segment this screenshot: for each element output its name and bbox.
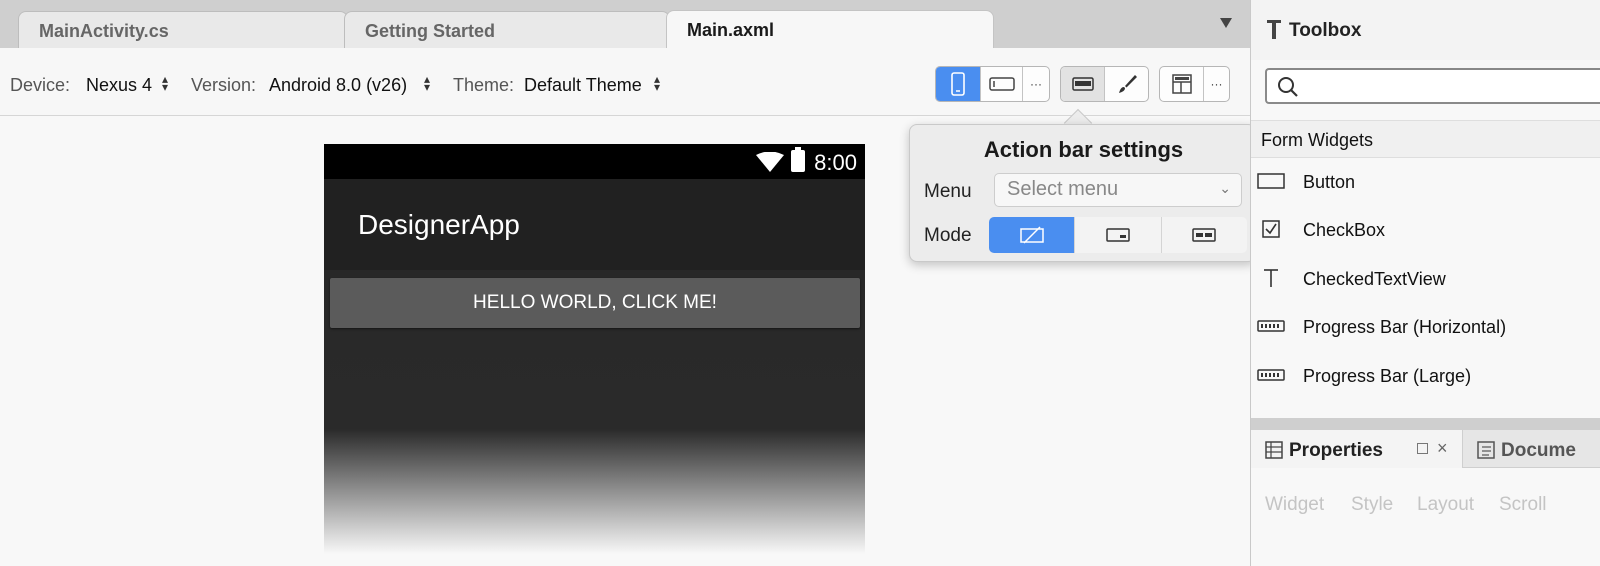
version-label: Version: <box>191 75 257 95</box>
document-tab-bar: MainActivity.cs Getting Started Main.axm… <box>0 0 1250 49</box>
properties-tab-widget[interactable]: Widget <box>1265 494 1324 516</box>
tabs-mode-icon <box>1192 228 1217 242</box>
battery-icon <box>791 147 805 172</box>
landscape-phone-icon <box>988 77 1015 91</box>
portrait-button[interactable] <box>936 67 981 101</box>
toolbox-search-input[interactable] <box>1265 68 1600 104</box>
toolbox-item-button[interactable]: Button <box>1251 158 1600 206</box>
chevron-updown-icon[interactable]: ▴ ▾ <box>654 73 660 93</box>
progress-bar-icon <box>1257 315 1285 337</box>
toolbox-title: Toolbox <box>1289 20 1362 41</box>
toolbox-item-progress-large[interactable]: Progress Bar (Large) <box>1251 352 1600 400</box>
app-title: DesignerApp <box>358 209 520 240</box>
status-time: 8:00 <box>814 150 857 175</box>
mode-segmented-control <box>989 217 1247 253</box>
layout-group: ··· <box>1159 66 1230 102</box>
properties-icon <box>1265 441 1283 459</box>
chevron-updown-icon[interactable]: ▴ ▾ <box>424 73 430 93</box>
toolbox-item-checkedtextview[interactable]: CheckedTextView <box>1251 255 1600 303</box>
menu-select[interactable]: Select menu ⌄ <box>994 173 1242 207</box>
toolbox-item-label: CheckBox <box>1303 220 1386 240</box>
action-bar-group <box>1060 66 1149 102</box>
more-icon: ··· <box>1210 77 1223 91</box>
properties-tab-layout[interactable]: Layout <box>1417 494 1474 516</box>
tab-main-axml[interactable]: Main.axml × <box>666 10 994 49</box>
properties-panel: Widget Style Layout Scroll <box>1251 468 1600 566</box>
tab-getting-started[interactable]: Getting Started <box>344 11 670 48</box>
toolbox-item-progress-horizontal[interactable]: Progress Bar (Horizontal) <box>1251 303 1600 351</box>
properties-title: Properties <box>1289 440 1383 461</box>
device-selector[interactable]: Nexus 4 <box>86 75 152 96</box>
chevron-down-icon: ⌄ <box>1219 180 1231 196</box>
mode-none-option[interactable] <box>989 217 1076 253</box>
mode-tabs-option[interactable] <box>1162 217 1247 253</box>
mode-label: Mode <box>924 225 972 246</box>
close-icon[interactable]: × <box>1437 438 1448 459</box>
popover-title: Action bar settings <box>983 137 1184 162</box>
tab-label: Main.axml <box>687 20 775 40</box>
toolbox-category[interactable]: Form Widgets <box>1251 120 1600 158</box>
version-selector[interactable]: Android 8.0 (v26) <box>269 75 407 96</box>
action-bar-button[interactable] <box>1061 67 1105 101</box>
action-bar-icon <box>1071 77 1094 91</box>
tab-properties[interactable]: Properties × <box>1251 430 1463 468</box>
text-icon <box>1257 267 1285 289</box>
toolbox-header: Toolbox <box>1251 0 1600 60</box>
grid-layout-icon <box>1171 74 1192 94</box>
tab-overflow-icon[interactable] <box>1220 18 1232 28</box>
toolbox-item-label: Button <box>1303 172 1356 192</box>
action-bar-mode-icon <box>1106 228 1130 242</box>
portrait-phone-icon <box>951 72 965 96</box>
toolbox-item-checkbox[interactable]: CheckBox <box>1251 206 1600 254</box>
more-icon: ··· <box>1030 77 1042 91</box>
properties-tab-scroll[interactable]: Scroll <box>1499 494 1547 516</box>
progress-bar-icon <box>1257 364 1285 386</box>
action-bar-settings-popover: Action bar settings Menu Select menu ⌄ M… <box>909 124 1256 262</box>
properties-tab-strip: Properties × Docume <box>1251 430 1600 468</box>
designer-editor: MainActivity.cs Getting Started Main.axm… <box>0 0 1256 566</box>
hammer-icon <box>1267 20 1281 39</box>
toolbox-item-label: CheckedTextView <box>1303 269 1446 289</box>
tab-document-outline[interactable]: Docume <box>1501 440 1576 462</box>
minimize-icon[interactable] <box>1417 443 1428 454</box>
wifi-icon <box>756 152 784 172</box>
tab-mainactivity[interactable]: MainActivity.cs <box>18 11 348 48</box>
layout-button[interactable] <box>1160 67 1204 101</box>
properties-tab-style[interactable]: Style <box>1351 494 1393 516</box>
landscape-button[interactable] <box>981 67 1023 101</box>
chevron-updown-icon[interactable]: ▴ ▾ <box>162 73 168 93</box>
designer-toolbar: Device: Nexus 4 ▴ ▾ Version: Android 8.0 … <box>0 48 1250 116</box>
theme-label: Theme: <box>453 75 515 95</box>
menu-select-value: Select menu <box>1007 178 1119 200</box>
side-pads: Toolbox Form Widgets Button CheckBox Che… <box>1250 0 1600 566</box>
mode-action-bar-option[interactable] <box>1075 217 1162 253</box>
orientation-group: ··· <box>935 66 1050 102</box>
theme-editor-button[interactable] <box>1105 67 1148 101</box>
device-preview: 8:00 DesignerApp HELLO WORLD, CLICK ME! <box>324 144 865 566</box>
document-outline-icon <box>1477 441 1495 459</box>
layout-more-button[interactable]: ··· <box>1204 67 1229 101</box>
tab-label: MainActivity.cs <box>39 21 169 41</box>
status-bar: 8:00 <box>324 144 865 179</box>
checkbox-icon <box>1257 218 1285 240</box>
button-icon <box>1257 170 1285 192</box>
no-action-bar-icon <box>1019 226 1044 244</box>
action-bar[interactable]: DesignerApp <box>324 179 865 270</box>
pad-splitter[interactable] <box>1251 418 1600 430</box>
paintbrush-icon <box>1118 75 1137 93</box>
toolbox-item-label: Progress Bar (Large) <box>1303 366 1472 386</box>
search-icon <box>1278 77 1298 97</box>
hello-world-button[interactable]: HELLO WORLD, CLICK ME! <box>330 278 860 328</box>
theme-selector[interactable]: Default Theme <box>524 75 642 96</box>
tab-label: Getting Started <box>365 21 496 41</box>
category-label: Form Widgets <box>1261 130 1374 150</box>
orientation-more-button[interactable]: ··· <box>1023 67 1049 101</box>
device-label: Device: <box>10 75 71 95</box>
toolbox-item-label: Progress Bar (Horizontal) <box>1303 317 1507 337</box>
menu-label: Menu <box>924 181 972 202</box>
